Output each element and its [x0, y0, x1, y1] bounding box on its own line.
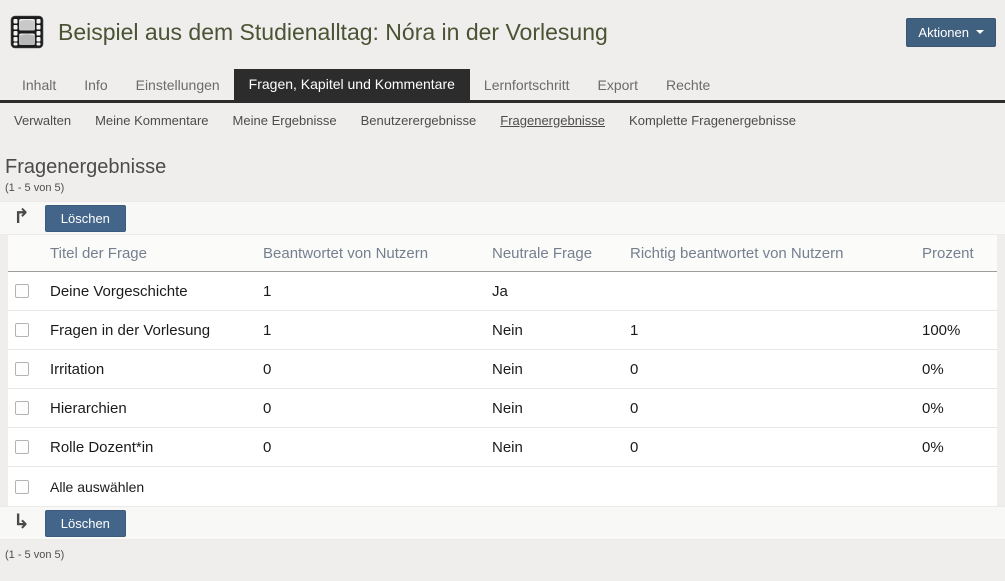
tab[interactable]: Inhalt	[8, 71, 70, 100]
row-checkbox[interactable]	[15, 362, 29, 376]
cell-correct-count: 0	[630, 361, 922, 378]
subtab[interactable]: Verwalten	[14, 113, 71, 128]
tab[interactable]: Fragen, Kapitel und Kommentare	[234, 69, 470, 100]
actions-button-label: Aktionen	[918, 25, 969, 40]
cell-neutral: Nein	[492, 322, 630, 339]
cell-answered-count: 0	[263, 439, 492, 456]
subtab-bar: Verwalten Meine Kommentare Meine Ergebni…	[0, 103, 1005, 139]
row-checkbox-cell	[8, 401, 50, 415]
row-checkbox-cell	[8, 362, 50, 376]
row-checkbox[interactable]	[15, 440, 29, 454]
cell-answered-count: 0	[263, 400, 492, 417]
column-header-correct: Richtig beantwortet von Nutzern	[630, 245, 922, 262]
select-all-row: Alle auswählen	[8, 467, 997, 506]
cell-question-title: Irritation	[50, 361, 263, 378]
cell-neutral: Nein	[492, 361, 630, 378]
cell-percent: 100%	[922, 322, 997, 339]
page-header: Beispiel aus dem Studienalltag: Nóra in …	[0, 0, 1005, 60]
cell-answered-count: 1	[263, 322, 492, 339]
delete-button-top[interactable]: Löschen	[45, 205, 126, 232]
subtab[interactable]: Fragenergebnisse	[500, 113, 605, 128]
arrow-up-right-icon: ↱	[13, 207, 30, 227]
subtab[interactable]: Benutzerergebnisse	[361, 113, 477, 128]
cell-neutral: Ja	[492, 283, 630, 300]
table-row: Fragen in der Vorlesung 1 Nein 1 100%	[8, 311, 997, 350]
arrow-down-right-icon: ↳	[13, 512, 30, 532]
select-all-checkbox-cell	[8, 480, 50, 494]
tab[interactable]: Rechte	[652, 71, 724, 100]
pagination-bottom: (1 - 5 von 5)	[5, 549, 1005, 561]
cell-question-title: Fragen in der Vorlesung	[50, 322, 263, 339]
row-checkbox-cell	[8, 440, 50, 454]
row-checkbox-cell	[8, 284, 50, 298]
row-checkbox[interactable]	[15, 284, 29, 298]
subtab[interactable]: Meine Kommentare	[95, 113, 208, 128]
cell-correct-count: 1	[630, 322, 922, 339]
tab[interactable]: Lernfortschritt	[470, 71, 584, 100]
select-all-checkbox[interactable]	[15, 480, 29, 494]
page-title: Beispiel aus dem Studienalltag: Nóra in …	[58, 19, 906, 46]
actions-button[interactable]: Aktionen	[906, 18, 996, 47]
delete-button-bottom[interactable]: Löschen	[45, 510, 126, 537]
column-header-neutral: Neutrale Frage	[492, 245, 630, 262]
main-content: Fragenergebnisse (1 - 5 von 5) ↱ Löschen…	[0, 156, 1005, 561]
tab[interactable]: Info	[70, 71, 121, 100]
chevron-down-icon	[976, 30, 984, 34]
subtab[interactable]: Meine Ergebnisse	[233, 113, 337, 128]
select-all-label: Alle auswählen	[50, 479, 997, 495]
cell-percent: 0%	[922, 400, 997, 417]
cell-neutral: Nein	[492, 439, 630, 456]
pagination-top: (1 - 5 von 5)	[5, 182, 1005, 194]
cell-neutral: Nein	[492, 400, 630, 417]
row-checkbox-cell	[8, 323, 50, 337]
top-toolbar: ↱ Löschen	[0, 201, 1005, 235]
section-heading: Fragenergebnisse	[5, 156, 1005, 179]
tab[interactable]: Einstellungen	[122, 71, 234, 100]
cell-percent: 0%	[922, 361, 997, 378]
table-row: Deine Vorgeschichte 1 Ja	[8, 272, 997, 311]
question-results-table: Titel der Frage Beantwortet von Nutzern …	[8, 235, 997, 506]
table-header-row: Titel der Frage Beantwortet von Nutzern …	[8, 235, 997, 272]
bottom-toolbar: ↳ Löschen	[0, 506, 1005, 540]
table-row: Hierarchien 0 Nein 0 0%	[8, 389, 997, 428]
cell-correct-count: 0	[630, 400, 922, 417]
cell-question-title: Deine Vorgeschichte	[50, 283, 263, 300]
row-checkbox[interactable]	[15, 401, 29, 415]
cell-correct-count: 0	[630, 439, 922, 456]
tab-bar: Inhalt Info Einstellungen Fragen, Kapite…	[0, 69, 1005, 103]
cell-question-title: Rolle Dozent*in	[50, 439, 263, 456]
cell-question-title: Hierarchien	[50, 400, 263, 417]
row-checkbox[interactable]	[15, 323, 29, 337]
table-row: Rolle Dozent*in 0 Nein 0 0%	[8, 428, 997, 467]
cell-answered-count: 0	[263, 361, 492, 378]
column-header-title: Titel der Frage	[50, 245, 263, 262]
subtab[interactable]: Komplette Fragenergebnisse	[629, 113, 796, 128]
page: Beispiel aus dem Studienalltag: Nóra in …	[0, 0, 1005, 561]
column-header-answered: Beantwortet von Nutzern	[263, 245, 492, 262]
cell-answered-count: 1	[263, 283, 492, 300]
table-row: Irritation 0 Nein 0 0%	[8, 350, 997, 389]
cell-percent: 0%	[922, 439, 997, 456]
tab[interactable]: Export	[584, 71, 652, 100]
column-header-percent: Prozent	[922, 245, 997, 262]
film-strip-icon	[10, 15, 44, 49]
